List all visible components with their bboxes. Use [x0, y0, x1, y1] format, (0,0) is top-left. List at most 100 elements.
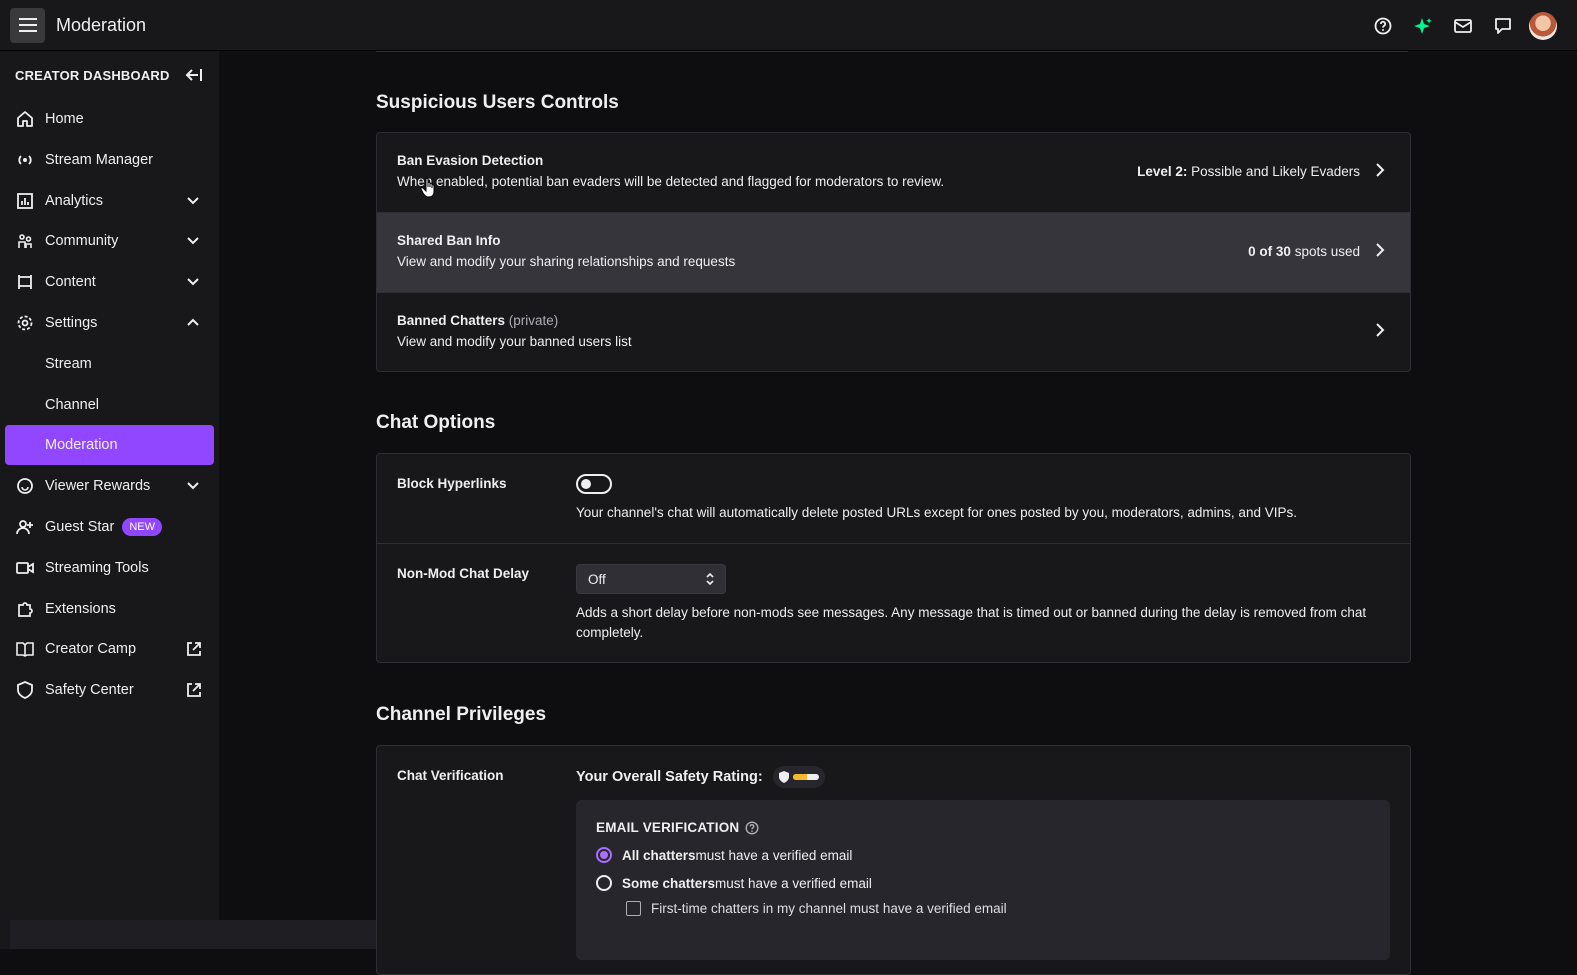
chat-delay-select[interactable]: Off [576, 564, 726, 594]
checkbox-first-time-chatters[interactable]: First-time chatters in my channel must h… [626, 901, 1370, 916]
sidebar-header: CREATOR DASHBOARD [0, 51, 219, 99]
up-down-icon [705, 572, 715, 586]
sidebar-item-home[interactable]: Home [5, 99, 214, 139]
content-icon [16, 273, 34, 291]
sidebar-item-streaming-tools[interactable]: Streaming Tools [5, 548, 214, 588]
sidebar-title: CREATOR DASHBOARD [15, 68, 170, 83]
chat-delay-row: Non-Mod Chat Delay Off Adds a short dela… [377, 544, 1410, 663]
avatar[interactable] [1529, 12, 1557, 40]
sidebar-item-stream[interactable]: Stream [5, 344, 214, 384]
sidebar-item-viewer-rewards[interactable]: Viewer Rewards [5, 466, 214, 506]
sidebar-item-moderation[interactable]: Moderation [5, 425, 214, 465]
block-hyperlinks-toggle[interactable] [576, 474, 612, 494]
sidebar-item-label: Viewer Rewards [45, 478, 150, 494]
sidebar: CREATOR DASHBOARD Home Stream Manager An… [0, 51, 219, 949]
block-hyperlinks-label: Block Hyperlinks [397, 476, 507, 491]
chat-verification-row: Chat Verification Your Overall Safety Ra… [377, 746, 1410, 975]
sidebar-item-label: Creator Camp [45, 641, 136, 657]
sparkle-button[interactable] [1403, 8, 1443, 44]
shield-icon [779, 771, 789, 783]
home-icon [16, 110, 34, 128]
chevron-right-icon [1372, 322, 1388, 338]
whispers-button[interactable] [1483, 8, 1523, 44]
banned-chatters-row[interactable]: Banned Chatters (private) View and modif… [377, 293, 1410, 372]
chevron-down-icon [184, 273, 202, 291]
chevron-down-icon [184, 477, 202, 495]
safety-rating-label: Your Overall Safety Rating: [576, 769, 763, 785]
block-hyperlinks-row: Block Hyperlinks Your channel's chat wil… [377, 454, 1410, 544]
help-icon[interactable] [745, 821, 759, 835]
rewards-icon [16, 477, 34, 495]
channel-privileges-title: Channel Privileges [376, 704, 546, 726]
sidebar-item-label: Content [45, 274, 96, 290]
chat-delay-desc: Adds a short delay before non-mods see m… [576, 603, 1390, 643]
sidebar-item-channel[interactable]: Channel [5, 385, 214, 425]
collapse-icon[interactable] [185, 68, 203, 82]
ban-evasion-level: Level 2: Possible and Likely Evaders [1137, 164, 1360, 179]
camera-icon [16, 559, 34, 577]
sidebar-item-stream-manager[interactable]: Stream Manager [5, 140, 214, 180]
sidebar-item-creator-camp[interactable]: Creator Camp [5, 629, 214, 669]
sidebar-item-label: Safety Center [45, 682, 134, 698]
email-verification-heading: EMAIL VERIFICATION [596, 820, 1370, 835]
sidebar-item-label: Streaming Tools [45, 560, 149, 576]
menu-button[interactable] [10, 8, 45, 43]
sidebar-item-label: Home [45, 111, 84, 127]
suspicious-users-card: Ban Evasion Detection When enabled, pote… [376, 132, 1411, 372]
external-link-icon [184, 680, 204, 700]
email-verification-box: EMAIL VERIFICATION All chatters must hav… [576, 800, 1390, 960]
block-hyperlinks-desc: Your channel's chat will automatically d… [576, 503, 1390, 523]
channel-privileges-card: Chat Verification Your Overall Safety Ra… [376, 745, 1411, 975]
sidebar-item-settings[interactable]: Settings [5, 303, 214, 343]
sidebar-item-label: Channel [45, 397, 99, 413]
sidebar-item-extensions[interactable]: Extensions [5, 589, 214, 629]
sidebar-item-label: Stream [45, 356, 92, 372]
suspicious-users-title: Suspicious Users Controls [376, 92, 619, 114]
chat-options-title: Chat Options [376, 412, 495, 434]
chevron-right-icon [1372, 242, 1388, 258]
sidebar-item-label: Guest Star [45, 519, 114, 535]
safety-meter-fill [793, 774, 807, 780]
chat-options-card: Block Hyperlinks Your channel's chat wil… [376, 453, 1411, 663]
radio-all-chatters[interactable]: All chatters must have a verified email [596, 847, 1370, 863]
top-bar: Moderation [0, 0, 1577, 51]
guest-star-icon [16, 518, 34, 536]
banned-chatters-title: Banned Chatters (private) [397, 313, 1390, 328]
gear-icon [16, 314, 34, 332]
puzzle-icon [16, 600, 34, 618]
sidebar-item-label: Analytics [45, 193, 103, 209]
radio-button[interactable] [596, 847, 612, 863]
sidebar-item-content[interactable]: Content [5, 262, 214, 302]
radio-some-chatters[interactable]: Some chatters must have a verified email [596, 875, 1370, 891]
safety-rating-pill[interactable] [773, 766, 825, 788]
sidebar-item-community[interactable]: Community [5, 221, 214, 261]
page-title: Moderation [56, 15, 146, 36]
sparkle-icon [1413, 16, 1433, 36]
hamburger-icon [19, 18, 37, 32]
sidebar-item-label: Moderation [45, 437, 118, 453]
radio-button[interactable] [596, 875, 612, 891]
ban-evasion-row[interactable]: Ban Evasion Detection When enabled, pote… [377, 133, 1410, 213]
sidebar-item-safety-center[interactable]: Safety Center [5, 670, 214, 710]
shield-icon [16, 681, 34, 699]
community-icon [16, 232, 34, 250]
banned-chatters-desc: View and modify your banned users list [397, 334, 1390, 349]
chevron-down-icon [184, 232, 202, 250]
chevron-up-icon [184, 314, 202, 332]
help-icon [1374, 17, 1392, 35]
shared-ban-desc: View and modify your sharing relationshi… [397, 254, 1390, 269]
help-button[interactable] [1363, 8, 1403, 44]
sidebar-item-label: Community [45, 233, 118, 249]
chat-delay-value: Off [588, 572, 606, 587]
analytics-icon [16, 192, 34, 210]
shared-ban-info-row[interactable]: Shared Ban Info View and modify your sha… [377, 213, 1410, 293]
inbox-button[interactable] [1443, 8, 1483, 44]
safety-meter [793, 774, 819, 780]
broadcast-icon [16, 151, 34, 169]
chat-bubble-icon [1494, 17, 1512, 35]
sidebar-item-analytics[interactable]: Analytics [5, 181, 214, 221]
chevron-down-icon [184, 192, 202, 210]
sidebar-item-guest-star[interactable]: Guest Star NEW [5, 507, 214, 547]
checkbox[interactable] [626, 901, 641, 916]
book-icon [16, 640, 34, 658]
